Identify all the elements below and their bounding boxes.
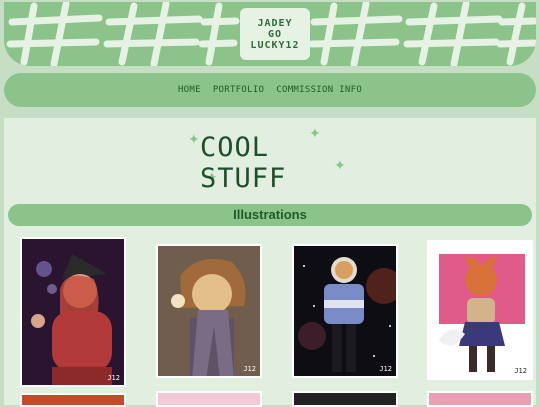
artist-signature: J12 <box>379 365 392 373</box>
main-content: ✦ ✦ ✦ ✦ COOL STUFF Illustrations J12 J12… <box>4 118 536 407</box>
witch-girl-artwork <box>22 239 124 385</box>
sparkle-icon: ✦ <box>188 132 200 148</box>
site-logo[interactable]: JADEY GO LUCKY12 <box>240 8 310 60</box>
gallery-item-3[interactable]: J12 <box>292 244 398 378</box>
logo-line-3: LUCKY12 <box>250 39 300 51</box>
space-astronaut-artwork <box>294 246 396 376</box>
fox-character-artwork <box>429 242 531 378</box>
gallery-item-4[interactable]: J12 <box>427 240 533 380</box>
artist-signature: J12 <box>514 367 527 375</box>
nav-portfolio-link[interactable]: PORTFOLIO <box>213 85 264 95</box>
nav-home-link[interactable]: HOME <box>178 85 201 95</box>
artist-signature: J12 <box>107 374 120 382</box>
artist-signature: J12 <box>243 365 256 373</box>
gallery-item-2[interactable]: J12 <box>156 244 262 378</box>
section-title-illustrations: Illustrations <box>8 204 532 226</box>
page-title: COOL STUFF <box>200 132 287 194</box>
site-header: JADEY GO LUCKY12 <box>4 2 536 66</box>
logo-line-1: JADEY <box>257 17 293 29</box>
logo-line-2: GO <box>267 28 283 40</box>
scarf-character-artwork <box>158 246 260 376</box>
gallery-item-1[interactable]: J12 <box>20 237 126 387</box>
nav-commission-info-link[interactable]: COMMISSION INFO <box>276 85 362 95</box>
main-nav: HOME PORTFOLIO COMMISSION INFO <box>4 73 536 107</box>
